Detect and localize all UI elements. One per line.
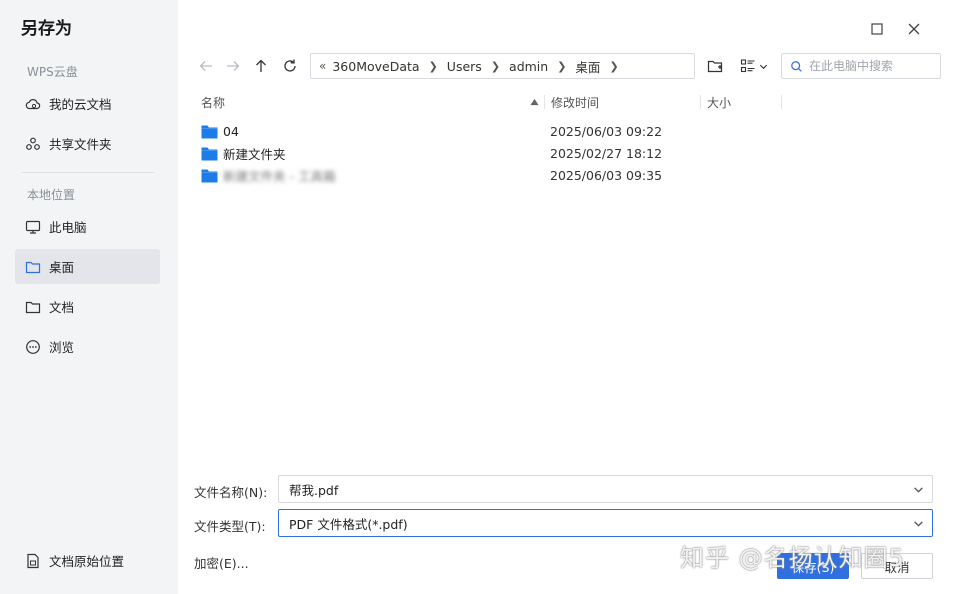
up-button[interactable] [250,55,272,77]
back-button[interactable] [195,55,217,77]
chevron-down-icon[interactable] [913,518,924,529]
chevron-right-icon[interactable]: ❯ [491,60,500,73]
file-row[interactable]: 新建文件夹 - 工具箱 2025/06/03 09:35 [197,164,945,186]
cancel-button[interactable]: 取消 [861,553,933,579]
folder-icon [201,147,218,160]
search-icon [791,60,802,72]
breadcrumb-item[interactable]: 桌面 [575,57,600,76]
section-wps-cloud: WPS云盘 [27,65,78,79]
file-name: 04 [223,123,239,139]
filename-value: 帮我.pdf [289,482,339,498]
save-button[interactable]: 保存(S) [777,553,849,579]
chevron-double-left-icon[interactable]: « [319,59,326,73]
list-view-icon [740,59,755,73]
file-modified: 2025/06/03 09:35 [550,167,663,183]
breadcrumb[interactable]: « 360MoveData ❯ Users ❯ admin ❯ 桌面 ❯ [310,53,695,79]
sidebar-divider [22,172,154,173]
refresh-button[interactable] [279,55,301,77]
sidebar-item-label: 浏览 [49,340,75,355]
column-divider[interactable] [781,95,782,109]
folder-icon [25,261,41,273]
sidebar-item-my-cloud-docs[interactable]: 我的云文档 [15,86,160,121]
sidebar-item-documents[interactable]: 文档 [15,289,160,324]
file-name: 新建文件夹 - 工具箱 [223,168,336,184]
folder-icon [25,301,41,313]
column-divider[interactable] [544,95,545,109]
chevron-down-icon [759,64,768,69]
folder-icon [201,169,218,182]
breadcrumb-item[interactable]: admin [509,59,548,74]
cloud-icon [25,98,41,109]
new-folder-button[interactable] [704,55,726,77]
sidebar-item-shared-folder[interactable]: 共享文件夹 [15,126,160,161]
filename-input[interactable]: 帮我.pdf [278,475,933,503]
column-divider[interactable] [700,95,701,109]
column-header-size[interactable]: 大小 [707,94,731,111]
more-icon [26,339,40,354]
sidebar: 另存为 WPS云盘 我的云文档 共享文件夹 本地位置 此电脑 桌面 文档 浏览 … [0,0,178,594]
column-header-name[interactable]: 名称 [201,94,225,111]
file-row[interactable]: 新建文件夹 2025/02/27 18:12 [197,142,945,164]
close-icon [908,23,920,35]
breadcrumb-item[interactable]: Users [447,59,482,74]
sidebar-item-label: 桌面 [49,260,75,275]
sort-ascending-icon [530,98,539,106]
section-local: 本地位置 [27,188,76,202]
sidebar-item-original-location[interactable]: 文档原始位置 [25,551,124,570]
file-modified: 2025/06/03 09:22 [550,123,663,139]
arrow-left-icon [199,61,212,71]
chevron-down-icon[interactable] [913,484,924,495]
filename-label: 文件名称(N): [194,485,268,500]
close-button[interactable] [903,18,925,40]
sidebar-item-label: 此电脑 [49,220,87,235]
refresh-icon [284,59,296,72]
breadcrumb-item[interactable]: 360MoveData [332,59,419,74]
document-icon [27,553,39,568]
new-folder-icon [707,60,723,73]
chevron-right-icon[interactable]: ❯ [557,60,566,73]
file-row[interactable]: 04 2025/06/03 09:22 [197,120,945,142]
folder-icon [201,125,218,138]
maximize-button[interactable] [866,18,888,40]
sidebar-item-label: 文档原始位置 [49,554,125,569]
forward-button[interactable] [222,55,244,77]
maximize-icon [871,23,883,35]
sidebar-item-label: 我的云文档 [49,97,112,112]
encrypt-link[interactable]: 加密(E)... [194,553,249,572]
column-header-modified[interactable]: 修改时间 [551,94,599,111]
chevron-right-icon[interactable]: ❯ [429,60,438,73]
filetype-select[interactable]: PDF 文件格式(*.pdf) [278,509,933,537]
arrow-up-icon [256,59,266,72]
file-modified: 2025/02/27 18:12 [550,145,663,161]
chevron-right-icon[interactable]: ❯ [609,60,618,73]
filetype-label: 文件类型(T): [194,519,266,534]
dialog-title: 另存为 [21,19,72,39]
search-box[interactable] [781,53,941,79]
arrow-right-icon [227,61,240,71]
monitor-icon [25,220,41,234]
view-mode-button[interactable] [738,55,770,77]
sidebar-item-this-pc[interactable]: 此电脑 [15,209,160,244]
sidebar-item-browse[interactable]: 浏览 [15,329,160,364]
sidebar-item-label: 文档 [49,300,75,315]
file-name: 新建文件夹 [223,146,286,162]
sidebar-item-label: 共享文件夹 [49,137,112,152]
filetype-value: PDF 文件格式(*.pdf) [289,516,408,532]
search-input[interactable] [809,59,929,73]
share-folder-icon [26,137,40,150]
sidebar-item-desktop[interactable]: 桌面 [15,249,160,284]
